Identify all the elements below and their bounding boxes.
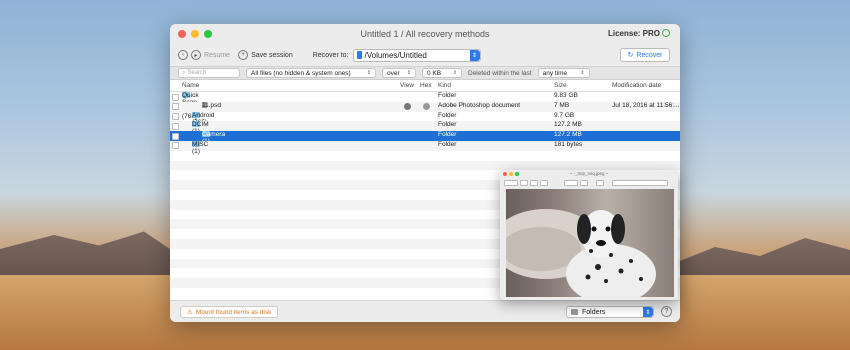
time-value: any time xyxy=(542,69,568,77)
back-icon[interactable]: ‹ xyxy=(178,50,188,60)
row-size: 9.7 GB xyxy=(554,111,575,119)
table-row[interactable]: 11.psd Adobe Photoshop document 7 MB Jul… xyxy=(170,101,680,112)
row-kind: Folder xyxy=(438,111,457,119)
preview-minimize-button[interactable] xyxy=(509,172,513,176)
col-size[interactable]: Size xyxy=(554,82,567,89)
mount-disk-label: Mount found items as disk xyxy=(195,308,272,316)
help-icon[interactable]: ? xyxy=(661,306,672,317)
empty-row xyxy=(170,160,680,171)
bottom-bar: ⚠ Mount found items as disk Folders ⇕ ? xyxy=(170,300,680,322)
zoom-out-icon[interactable] xyxy=(520,179,528,186)
row-kind: Folder xyxy=(438,92,457,99)
row-size: 7 MB xyxy=(554,101,570,109)
warning-icon: ⚠ xyxy=(187,309,193,316)
dalmatian-image xyxy=(506,209,656,297)
chevron-down-icon: ⇕ xyxy=(643,307,653,317)
row-kind: Adobe Photoshop document xyxy=(438,101,521,109)
share-icon[interactable] xyxy=(540,179,548,186)
hex-icon[interactable] xyxy=(423,103,430,111)
row-checkbox[interactable] xyxy=(172,142,179,150)
preview-zoom-button[interactable] xyxy=(515,172,519,176)
sidebar-toggle-icon[interactable] xyxy=(504,179,518,186)
size-operator-select[interactable]: over ⇕ xyxy=(382,68,416,78)
search-icon: ⌕ xyxy=(182,69,186,76)
row-size: 127.2 MB xyxy=(554,131,582,139)
row-checkbox[interactable] xyxy=(172,113,179,121)
time-select[interactable]: any time ⇕ xyxy=(537,68,590,78)
preview-title-bar: ~ -_tmp_nsq.jpeg ~ xyxy=(500,170,678,178)
recover-icon: ↻ xyxy=(627,52,634,59)
preview-window[interactable]: ~ -_tmp_nsq.jpeg ~ xyxy=(500,170,678,300)
save-icon[interactable]: + xyxy=(238,50,249,60)
size-value: 0 KB xyxy=(427,69,442,77)
view-eye-icon[interactable] xyxy=(404,103,411,111)
folder-view-icon xyxy=(571,309,578,315)
save-session-button[interactable]: Save session xyxy=(251,52,293,59)
row-modified: Jul 18, 2016 at 11:56:... xyxy=(612,101,680,109)
rotate-icon[interactable] xyxy=(580,179,588,186)
row-checkbox[interactable] xyxy=(172,122,179,130)
row-kind: Folder xyxy=(438,121,457,129)
check-icon xyxy=(662,29,670,37)
toolbar: ‹ ▸ Resume + Save session Recover to: /V… xyxy=(170,44,680,66)
mount-disk-button[interactable]: ⚠ Mount found items as disk xyxy=(180,306,279,318)
row-size: 181 bytes xyxy=(554,140,583,148)
file-filter-value: All files (no hidden & system ones) xyxy=(251,69,351,77)
table-row[interactable]: ▼ DCIM (1) Folder 127.2 MB xyxy=(170,121,680,135)
col-modified[interactable]: Modification date xyxy=(612,82,661,89)
table-row[interactable]: ▼ Quick Scan - deleted (768) Folder 9.83… xyxy=(170,92,680,120)
row-checkbox[interactable] xyxy=(172,93,179,101)
row-checkbox[interactable] xyxy=(172,103,179,111)
license-label: License: PRO xyxy=(608,29,670,38)
license-text: License: PRO xyxy=(607,29,660,38)
col-view[interactable]: View xyxy=(400,82,414,89)
deleted-within-label: Deleted within the last xyxy=(468,69,532,77)
row-name-text: 11.psd xyxy=(202,101,222,109)
table-row-selected[interactable]: ▶ Camera (1) Folder 127.2 MB xyxy=(170,131,680,145)
recover-button[interactable]: ↻ Recover xyxy=(620,48,670,62)
recover-to-label: Recover to: xyxy=(312,51,349,59)
size-value-select[interactable]: 0 KB ⇕ xyxy=(422,68,462,78)
chevron-updown-icon: ⇕ xyxy=(406,70,411,76)
title-bar: Untitled 1 / All recovery methods Licens… xyxy=(170,24,680,44)
volume-icon xyxy=(356,51,362,59)
filter-bar: ⌕ Search All files (no hidden & system on… xyxy=(170,66,680,80)
zoom-in-icon[interactable] xyxy=(530,179,538,186)
empty-row xyxy=(170,151,680,161)
chevron-updown-icon: ⇕ xyxy=(366,70,371,76)
search-input[interactable]: ⌕ Search xyxy=(178,68,240,78)
window-title: Untitled 1 / All recovery methods xyxy=(360,29,490,39)
row-kind: Folder xyxy=(438,140,457,148)
col-hex[interactable]: Hex xyxy=(420,82,432,89)
recover-path-select[interactable]: /Volumes/Untitled ⇕ xyxy=(352,48,481,62)
col-kind[interactable]: Kind xyxy=(438,82,451,89)
resume-icon[interactable]: ▸ xyxy=(191,50,201,60)
preview-toolbar xyxy=(500,178,678,187)
table-row[interactable]: ▶ MISC (1) Folder 181 bytes xyxy=(170,140,680,155)
column-headers: Name View Hex Kind Size Modification dat… xyxy=(170,80,680,92)
view-mode-value: Folders xyxy=(582,308,606,316)
row-size: 9.83 GB xyxy=(554,92,578,99)
row-size: 127.2 MB xyxy=(554,121,582,129)
chevron-updown-icon: ⇕ xyxy=(452,70,457,76)
dalmatian-photo xyxy=(506,189,674,297)
chevron-updown-icon: ⇕ xyxy=(580,70,585,76)
row-checkbox[interactable] xyxy=(172,132,179,140)
size-operator-value: over xyxy=(387,69,400,77)
col-name[interactable]: Name xyxy=(182,82,199,89)
resume-button[interactable]: Resume xyxy=(204,52,230,59)
file-filter-select[interactable]: All files (no hidden & system ones) ⇕ xyxy=(246,68,376,78)
edit-icon[interactable] xyxy=(596,179,604,186)
view-mode-select[interactable]: Folders ⇕ xyxy=(566,306,654,318)
search-placeholder: Search xyxy=(187,70,207,76)
chevron-down-icon: ⇕ xyxy=(469,49,480,61)
preview-search-field[interactable] xyxy=(612,179,668,186)
row-kind: Folder xyxy=(438,131,457,139)
preview-title: ~ -_tmp_nsq.jpeg ~ xyxy=(569,171,609,176)
markup-icon[interactable] xyxy=(564,179,578,186)
preview-close-button[interactable] xyxy=(503,172,507,176)
table-row[interactable]: ▶ Android (765) Folder 9.7 GB xyxy=(170,111,680,126)
recover-path-value: /Volumes/Untitled xyxy=(364,50,427,60)
recover-label: Recover xyxy=(636,51,663,59)
